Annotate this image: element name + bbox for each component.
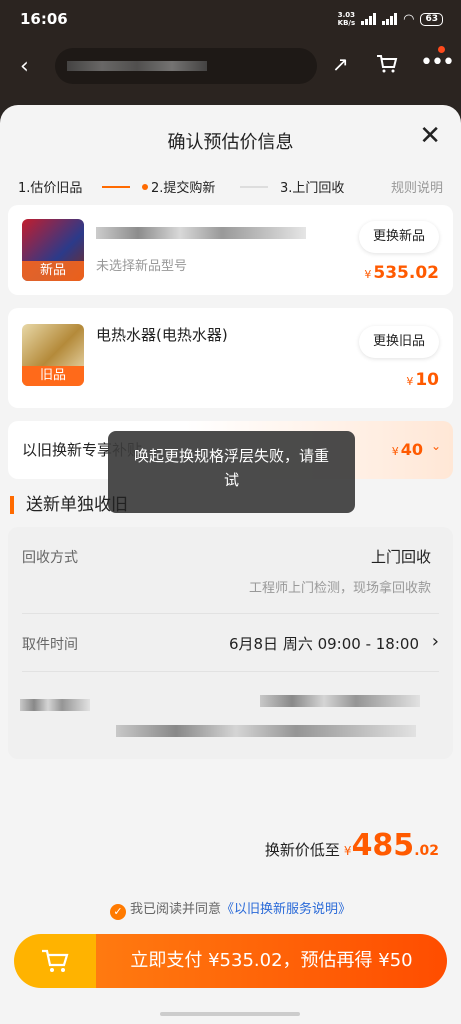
step-1: 1.估价旧品 — [18, 181, 83, 196]
lowest-price-dec: .02 — [414, 843, 439, 859]
net-speed-value: 3.03 — [337, 11, 356, 19]
chevron-down-icon[interactable]: ⌄ — [431, 439, 441, 453]
check-icon[interactable]: ✓ — [109, 904, 126, 920]
step-3: 3.上门回收 — [280, 181, 345, 196]
old-item-image: 旧品 — [22, 324, 84, 386]
currency-symbol: ¥ — [343, 844, 352, 858]
more-icon[interactable]: ••• — [420, 50, 455, 75]
pay-now-button[interactable]: 立即支付 ¥535.02，预估再得 ¥50 — [96, 934, 447, 988]
agreement-link[interactable]: 《以旧换新服务说明》 — [221, 902, 351, 917]
old-item-tag: 旧品 — [22, 366, 84, 386]
error-toast: 唤起更换规格浮层失败，请重试 — [108, 431, 355, 513]
pay-bar: 立即支付 ¥535.02，预估再得 ¥50 — [14, 934, 447, 988]
blurred-address — [116, 725, 416, 737]
search-bar[interactable] — [55, 48, 317, 84]
old-item-price-value: 10 — [415, 370, 439, 390]
top-nav: ‹ ↗ ••• — [0, 38, 461, 100]
status-bar: 16:06 3.03 KB/s ◠ 63 — [0, 0, 461, 38]
signal-icon — [361, 13, 377, 25]
lowest-price-label: 换新价低至 — [264, 841, 340, 859]
step-line-1 — [102, 186, 130, 188]
blurred-address-label — [20, 699, 90, 711]
divider — [22, 613, 439, 614]
blurred-title — [96, 227, 306, 239]
pickup-time-label: 取件时间 — [22, 637, 78, 653]
blurred-contact — [260, 695, 420, 707]
rules-link[interactable]: 规则说明 — [391, 177, 443, 196]
cart-icon[interactable] — [376, 54, 398, 74]
chevron-right-icon[interactable]: › — [432, 631, 439, 652]
step-2: 2.提交购新 — [142, 177, 215, 196]
new-item-tag: 新品 — [22, 261, 84, 281]
home-indicator[interactable] — [160, 1012, 300, 1016]
agreement: ✓ 我已阅读并同意《以旧换新服务说明》 — [0, 898, 461, 920]
close-icon[interactable]: ✕ — [419, 123, 441, 149]
signal-2-icon — [382, 13, 398, 25]
currency-symbol: ¥ — [364, 268, 372, 281]
battery-icon: 63 — [420, 12, 443, 26]
wifi-icon: ◠ — [403, 11, 415, 27]
active-step-dot — [142, 184, 148, 190]
pickup-time-value[interactable]: 6月8日 周六 09:00 - 18:00 — [229, 633, 419, 654]
section-title: 送新单独收旧 — [10, 496, 128, 514]
notification-dot — [438, 46, 445, 53]
net-speed-unit: KB/s — [337, 19, 356, 27]
recycle-info-card: 回收方式 上门回收 工程师上门检测，现场拿回收款 取件时间 6月8日 周六 09… — [8, 527, 453, 759]
lowest-price-int: 485 — [351, 828, 415, 863]
divider — [22, 671, 439, 672]
lowest-price: 换新价低至 ¥ 485 .02 — [265, 828, 439, 863]
step-line-2 — [240, 186, 268, 188]
new-item-subtitle: 未选择新品型号 — [96, 259, 188, 274]
recycle-method-value: 上门回收 — [370, 548, 431, 566]
step-2-label: 2.提交购新 — [151, 181, 216, 196]
net-speed: 3.03 KB/s — [338, 11, 355, 27]
old-item-title: 电热水器(电热水器) — [96, 326, 228, 344]
change-new-item-button[interactable]: 更换新品 — [358, 221, 439, 253]
new-item-card: 新品 未选择新品型号 更换新品 ¥535.02 — [8, 205, 453, 295]
cart-button[interactable] — [14, 934, 96, 988]
currency-symbol: ¥ — [391, 445, 399, 458]
subsidy-amount-value: 40 — [400, 440, 423, 459]
agreement-text: 我已阅读并同意 — [129, 902, 221, 917]
subsidy-amount: ¥40 — [392, 440, 423, 459]
change-old-item-button[interactable]: 更换旧品 — [358, 326, 439, 358]
back-arrow-icon[interactable]: ‹ — [20, 54, 29, 79]
currency-symbol: ¥ — [406, 375, 414, 388]
recycle-method-desc: 工程师上门检测，现场拿回收款 — [248, 581, 431, 596]
share-icon[interactable]: ↗ — [332, 52, 349, 76]
recycle-method-label: 回收方式 — [22, 550, 78, 566]
status-time: 16:06 — [20, 10, 68, 28]
new-item-image: 新品 — [22, 219, 84, 281]
sheet-title: 确认预估价信息 — [167, 132, 294, 153]
new-item-price: ¥535.02 — [364, 263, 439, 283]
old-item-price: ¥10 — [406, 370, 439, 390]
status-icons: 3.03 KB/s ◠ 63 — [338, 11, 443, 27]
new-item-price-value: 535.02 — [373, 263, 439, 283]
old-item-card: 旧品 电热水器(电热水器) 更换旧品 ¥10 — [8, 308, 453, 408]
blurred-text — [67, 61, 207, 71]
step-progress: 1.估价旧品 2.提交购新 3.上门回收 规则说明 — [18, 177, 443, 197]
cart-icon — [42, 949, 69, 972]
